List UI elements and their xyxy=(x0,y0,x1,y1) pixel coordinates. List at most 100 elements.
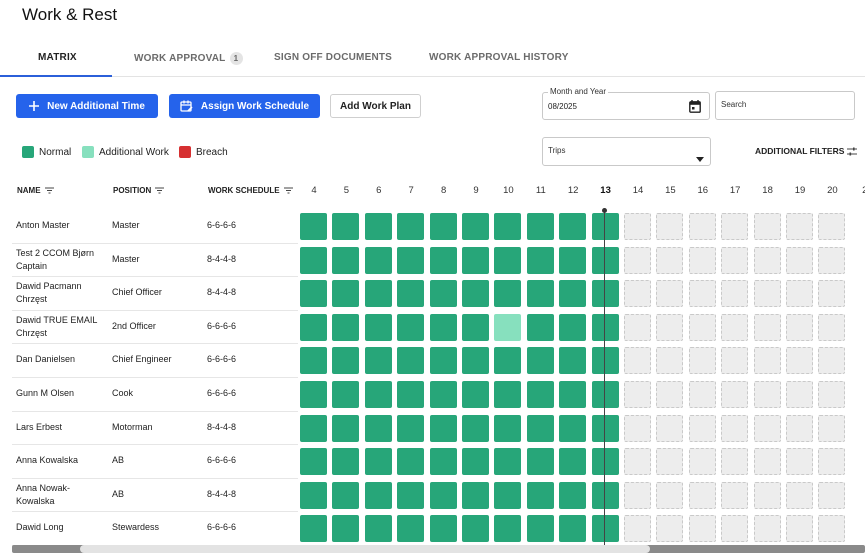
day-cell-normal[interactable] xyxy=(526,313,554,341)
day-cell-normal[interactable] xyxy=(462,213,489,240)
table-row[interactable]: Anna Nowak-Kowalska AB 8-4-4-8 xyxy=(12,479,298,513)
assign-work-schedule-button[interactable]: Assign Work Schedule xyxy=(169,94,320,118)
calendar-icon[interactable] xyxy=(689,100,701,118)
day-cell-normal[interactable] xyxy=(526,280,554,308)
day-cell-empty[interactable] xyxy=(818,280,846,308)
day-cell-empty[interactable] xyxy=(753,481,781,509)
day-cell-normal[interactable] xyxy=(591,414,619,442)
table-row[interactable]: Anna Kowalska AB 6-6-6-6 xyxy=(12,445,298,479)
tab-work-approval[interactable]: WORK APPROVAL 1 xyxy=(134,52,243,65)
column-header-schedule[interactable]: WORK SCHEDULE xyxy=(208,186,293,195)
new-additional-time-button[interactable]: New Additional Time xyxy=(16,94,158,118)
day-cell-empty[interactable] xyxy=(786,313,813,341)
day-cell-empty[interactable] xyxy=(656,414,684,442)
day-cell-normal[interactable] xyxy=(559,381,587,408)
day-cell-normal[interactable] xyxy=(591,313,619,341)
day-cell-normal[interactable] xyxy=(429,381,457,408)
day-cell-empty[interactable] xyxy=(688,515,716,543)
day-cell-empty[interactable] xyxy=(786,448,813,476)
day-cell-empty[interactable] xyxy=(753,213,781,240)
day-cell-empty[interactable] xyxy=(786,246,813,274)
day-cell-normal[interactable] xyxy=(429,313,457,341)
day-cell-normal[interactable] xyxy=(462,414,489,442)
day-cell-normal[interactable] xyxy=(429,213,457,240)
day-cell-empty[interactable] xyxy=(818,347,846,375)
day-cell-empty[interactable] xyxy=(786,481,813,509)
day-cell-empty[interactable] xyxy=(688,313,716,341)
add-work-plan-button[interactable]: Add Work Plan xyxy=(330,94,421,118)
day-cell-normal[interactable] xyxy=(364,515,392,543)
day-cell-normal[interactable] xyxy=(397,481,425,509)
day-cell-normal[interactable] xyxy=(397,280,425,308)
day-cell-normal[interactable] xyxy=(397,347,425,375)
day-cell-normal[interactable] xyxy=(526,414,554,442)
day-cell-normal[interactable] xyxy=(332,313,360,341)
day-cell-empty[interactable] xyxy=(624,280,651,308)
day-cell-empty[interactable] xyxy=(786,414,813,442)
day-cell-normal[interactable] xyxy=(300,414,327,442)
day-cell-empty[interactable] xyxy=(818,313,846,341)
filter-icon[interactable] xyxy=(283,187,293,194)
day-cell-empty[interactable] xyxy=(786,280,813,308)
day-cell-normal[interactable] xyxy=(494,381,522,408)
day-cell-empty[interactable] xyxy=(656,313,684,341)
column-header-position[interactable]: POSITION xyxy=(113,186,165,195)
day-cell-normal[interactable] xyxy=(526,381,554,408)
day-cell-empty[interactable] xyxy=(753,347,781,375)
day-cell-normal[interactable] xyxy=(526,246,554,274)
day-cell-normal[interactable] xyxy=(300,381,327,408)
day-cell-empty[interactable] xyxy=(753,246,781,274)
day-cell-empty[interactable] xyxy=(818,381,846,408)
day-cell-empty[interactable] xyxy=(656,481,684,509)
day-cell-normal[interactable] xyxy=(494,213,522,240)
day-cell-normal[interactable] xyxy=(364,246,392,274)
day-cell-normal[interactable] xyxy=(526,347,554,375)
day-cell-normal[interactable] xyxy=(559,313,587,341)
day-cell-empty[interactable] xyxy=(721,481,749,509)
table-row[interactable]: Test 2 CCOM Bjørn Captain Master 8-4-4-8 xyxy=(12,244,298,278)
day-cell-empty[interactable] xyxy=(624,381,651,408)
day-cell-empty[interactable] xyxy=(656,381,684,408)
day-cell-normal[interactable] xyxy=(332,481,360,509)
month-year-field[interactable]: Month and Year 08/2025 xyxy=(542,87,710,120)
day-cell-empty[interactable] xyxy=(753,448,781,476)
day-cell-empty[interactable] xyxy=(753,414,781,442)
day-cell-empty[interactable] xyxy=(818,246,846,274)
day-cell-normal[interactable] xyxy=(462,448,489,476)
day-cell-normal[interactable] xyxy=(332,280,360,308)
day-cell-normal[interactable] xyxy=(591,481,619,509)
day-cell-normal[interactable] xyxy=(300,213,327,240)
day-cell-empty[interactable] xyxy=(624,213,651,240)
day-cell-normal[interactable] xyxy=(364,448,392,476)
additional-filters-button[interactable]: ADDITIONAL FILTERS xyxy=(755,146,858,156)
day-cell-normal[interactable] xyxy=(462,347,489,375)
search-input[interactable]: Search xyxy=(715,91,855,120)
day-cell-normal[interactable] xyxy=(494,515,522,543)
day-cell-normal[interactable] xyxy=(559,280,587,308)
day-cell-normal[interactable] xyxy=(397,246,425,274)
table-row[interactable]: Dawid Long Stewardess 6-6-6-6 xyxy=(12,512,298,546)
day-cell-normal[interactable] xyxy=(397,515,425,543)
day-cell-empty[interactable] xyxy=(721,246,749,274)
day-cell-normal[interactable] xyxy=(591,448,619,476)
day-cell-normal[interactable] xyxy=(332,246,360,274)
table-row[interactable]: Lars Erbest Motorman 8-4-4-8 xyxy=(12,412,298,446)
day-cell-empty[interactable] xyxy=(688,481,716,509)
day-cell-empty[interactable] xyxy=(688,381,716,408)
day-cell-empty[interactable] xyxy=(624,347,651,375)
table-row[interactable]: Gunn M Olsen Cook 6-6-6-6 xyxy=(12,378,298,412)
day-cell-empty[interactable] xyxy=(656,246,684,274)
day-cell-empty[interactable] xyxy=(818,481,846,509)
day-cell-normal[interactable] xyxy=(526,448,554,476)
day-cell-normal[interactable] xyxy=(429,347,457,375)
day-cell-normal[interactable] xyxy=(462,246,489,274)
day-cell-empty[interactable] xyxy=(721,381,749,408)
day-cell-normal[interactable] xyxy=(591,347,619,375)
day-cell-empty[interactable] xyxy=(753,313,781,341)
day-cell-normal[interactable] xyxy=(494,280,522,308)
day-cell-normal[interactable] xyxy=(300,515,327,543)
day-cell-empty[interactable] xyxy=(818,213,846,240)
day-cell-empty[interactable] xyxy=(753,280,781,308)
day-cell-empty[interactable] xyxy=(656,515,684,543)
day-cell-normal[interactable] xyxy=(300,481,327,509)
